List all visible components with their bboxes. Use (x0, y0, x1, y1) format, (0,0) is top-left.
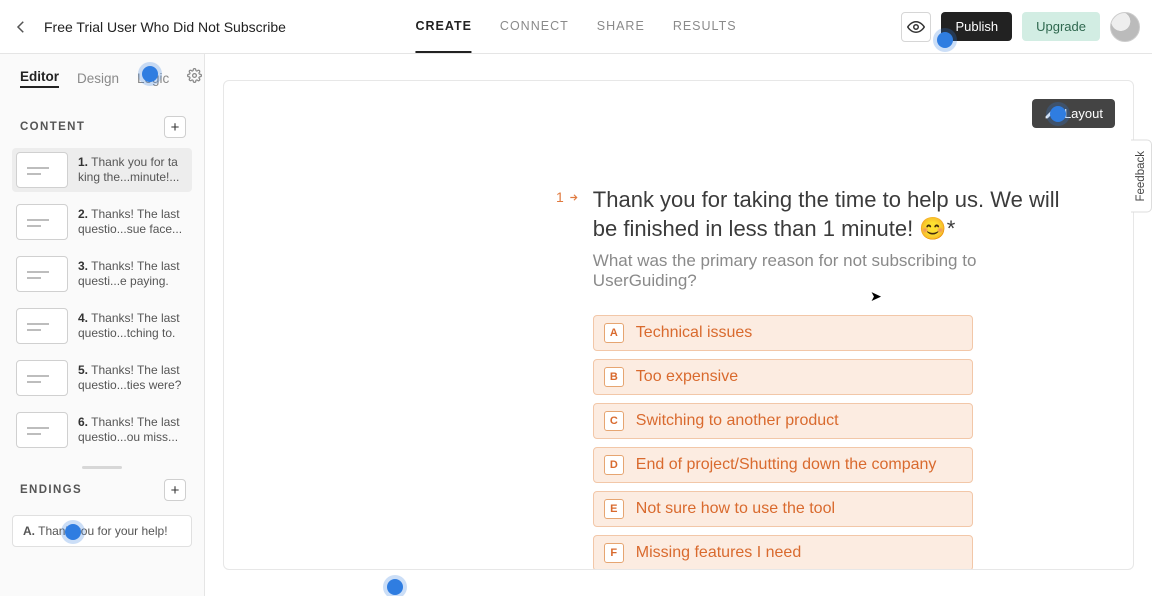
sidebar-tab-design[interactable]: Design (77, 71, 119, 86)
question-thumb-icon (16, 256, 68, 292)
sidebar-tab-editor[interactable]: Editor (20, 69, 59, 88)
choice-key: F (604, 543, 624, 563)
question-thumb-icon (16, 204, 68, 240)
tour-beacon[interactable] (1050, 106, 1066, 122)
preview-button[interactable] (901, 12, 931, 42)
question-description[interactable]: What was the primary reason for not subs… (593, 251, 1063, 291)
question-thumb-icon (16, 412, 68, 448)
content-item-text: 6. Thanks! The last questio...ou miss... (78, 415, 186, 445)
topbar: Free Trial User Who Did Not Subscribe CR… (0, 0, 1152, 54)
avatar[interactable] (1110, 12, 1140, 42)
question-title[interactable]: Thank you for taking the time to help us… (593, 186, 1063, 243)
content-label: CONTENT (20, 121, 85, 133)
choice-key: B (604, 367, 624, 387)
canvas: Layout 1 Thank you for taking the time t… (223, 80, 1134, 570)
choices: A Technical issues B Too expensive C Switch… (593, 315, 973, 570)
tour-beacon[interactable] (65, 524, 81, 540)
content-item-text: 4. Thanks! The last questio...tching to. (78, 311, 186, 341)
arrow-right-icon (568, 192, 579, 203)
top-nav: CREATE CONNECT SHARE RESULTS (415, 0, 736, 53)
choice-b[interactable]: B Too expensive (593, 359, 973, 395)
choice-label: Missing features I need (636, 544, 801, 562)
nav-tab-connect[interactable]: CONNECT (500, 0, 569, 53)
layout-label: Layout (1064, 106, 1103, 121)
content-list: 1. Thank you for ta king the...minute!..… (0, 148, 204, 458)
content-header: CONTENT + (0, 98, 204, 148)
content-item-5[interactable]: 5. Thanks! The last questio...ties were? (12, 356, 192, 400)
choice-e[interactable]: E Not sure how to use the tool (593, 491, 973, 527)
choice-a[interactable]: A Technical issues (593, 315, 973, 351)
tour-beacon[interactable] (937, 32, 953, 48)
topbar-left: Free Trial User Who Did Not Subscribe (12, 18, 292, 36)
layout-button[interactable]: Layout (1032, 99, 1115, 128)
tour-beacon[interactable] (387, 579, 403, 595)
choice-key: C (604, 411, 624, 431)
choice-d[interactable]: D End of project/Shutting down the compan… (593, 447, 973, 483)
question-thumb-icon (16, 360, 68, 396)
question-number: 1 (556, 186, 579, 205)
canvas-wrap: Layout 1 Thank you for taking the time t… (205, 54, 1152, 596)
add-ending-button[interactable]: + (164, 479, 186, 501)
nav-tab-results[interactable]: RESULTS (673, 0, 737, 53)
endings-header: ENDINGS + (0, 473, 204, 511)
content-item-2[interactable]: 2. Thanks! The last questio...sue face..… (12, 200, 192, 244)
content-item-text: 3. Thanks! The last questi...e paying. (78, 259, 186, 289)
eye-icon (907, 18, 925, 36)
question-thumb-icon (16, 152, 68, 188)
endings-label: ENDINGS (20, 484, 82, 496)
choice-f[interactable]: F Missing features I need (593, 535, 973, 570)
content-item-text: 5. Thanks! The last questio...ties were? (78, 363, 186, 393)
choice-c[interactable]: C Switching to another product (593, 403, 973, 439)
content-item-text: 1. Thank you for ta king the...minute!..… (78, 155, 186, 185)
endings-list: A. Thank you for your help! (0, 511, 204, 559)
add-question-button[interactable]: + (164, 116, 186, 138)
choice-label: Not sure how to use the tool (636, 500, 835, 518)
form-title[interactable]: Free Trial User Who Did Not Subscribe (44, 19, 286, 35)
sidebar: Editor Design Logic CONTENT + 1. Thank y… (0, 54, 205, 596)
choice-label: Switching to another product (636, 412, 839, 430)
question-block: 1 Thank you for taking the time to help … (224, 81, 1133, 570)
content-item-6[interactable]: 6. Thanks! The last questio...ou miss... (12, 408, 192, 452)
feedback-label: Feedback (1135, 151, 1147, 202)
choice-key: D (604, 455, 624, 475)
choice-label: End of project/Shutting down the company (636, 456, 937, 474)
choice-key: E (604, 499, 624, 519)
gear-icon[interactable] (187, 68, 202, 88)
content-item-text: 2. Thanks! The last questio...sue face..… (78, 207, 186, 237)
ending-item-a[interactable]: A. Thank you for your help! (12, 515, 192, 547)
question-thumb-icon (16, 308, 68, 344)
sidebar-divider (82, 466, 122, 469)
main: Editor Design Logic CONTENT + 1. Thank y… (0, 54, 1152, 596)
back-icon[interactable] (12, 18, 30, 36)
content-item-3[interactable]: 3. Thanks! The last questi...e paying. (12, 252, 192, 296)
tour-beacon[interactable] (142, 66, 158, 82)
content-item-4[interactable]: 4. Thanks! The last questio...tching to. (12, 304, 192, 348)
choice-key: A (604, 323, 624, 343)
upgrade-button[interactable]: Upgrade (1022, 12, 1100, 41)
sidebar-tabs: Editor Design Logic (0, 54, 204, 98)
choice-label: Too expensive (636, 368, 738, 386)
nav-tab-create[interactable]: CREATE (415, 0, 471, 53)
choice-label: Technical issues (636, 324, 753, 342)
content-item-1[interactable]: 1. Thank you for ta king the...minute!..… (12, 148, 192, 192)
feedback-tab[interactable]: Feedback (1131, 140, 1152, 213)
nav-tab-share[interactable]: SHARE (597, 0, 645, 53)
